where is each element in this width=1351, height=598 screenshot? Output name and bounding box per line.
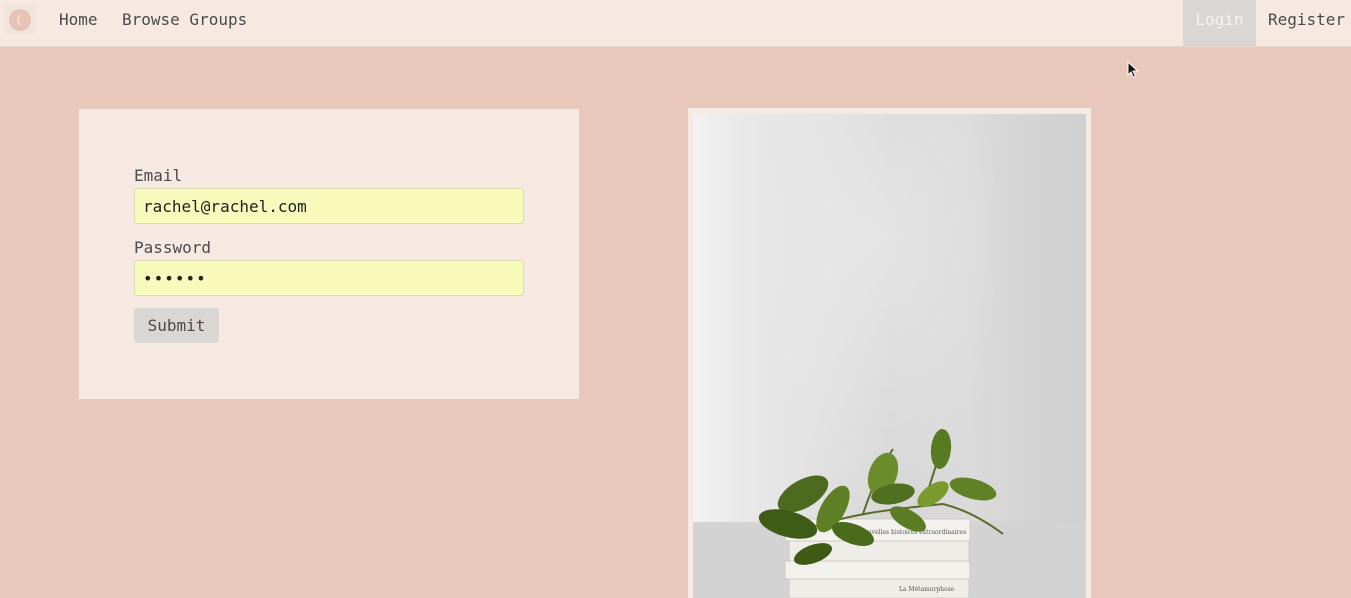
email-label: Email — [134, 166, 183, 185]
book-title-2: La Métamorphose — [899, 586, 955, 593]
nav-login-link[interactable]: Login — [1183, 0, 1256, 46]
nav-register-link[interactable]: Register — [1256, 0, 1351, 41]
mouse-cursor-icon — [1127, 61, 1139, 79]
email-field[interactable] — [134, 188, 524, 224]
plant-books-image: Nouvelles histoires extraordinaires La M… — [693, 114, 1086, 598]
plant-illustration: Nouvelles histoires extraordinaires La M… — [758, 429, 1004, 598]
login-form-card: Email Password Submit — [79, 109, 579, 399]
password-label: Password — [134, 238, 212, 257]
photo-frame: Nouvelles histoires extraordinaires La M… — [688, 108, 1091, 598]
nav-browse-groups-link[interactable]: Browse Groups — [110, 0, 259, 41]
nav-home-link[interactable]: Home — [47, 0, 110, 41]
navbar: Home Browse Groups Login Register — [0, 0, 1351, 47]
password-field[interactable] — [134, 260, 524, 296]
logo-icon[interactable] — [5, 5, 35, 34]
submit-button[interactable]: Submit — [134, 308, 219, 343]
